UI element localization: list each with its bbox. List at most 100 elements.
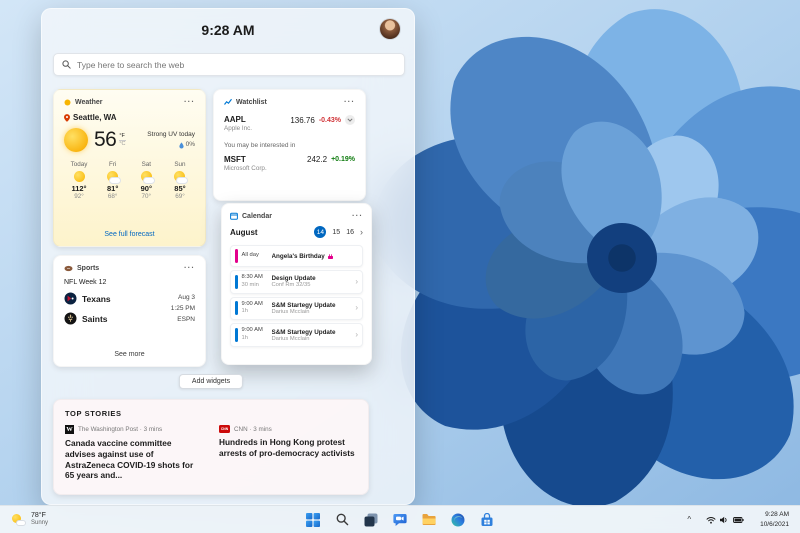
sports-widget-title: Sports — [77, 264, 100, 272]
weather-icon — [64, 99, 71, 105]
calendar-day[interactable]: 16 — [346, 229, 354, 236]
partly-cloudy-icon — [107, 171, 122, 184]
weather-condition: Strong UV today — [147, 130, 195, 138]
news-story[interactable]: W The Washington Post · 3 mins Canada va… — [65, 425, 203, 481]
calendar-event[interactable]: All day Angela's Birthday — [230, 245, 363, 267]
calendar-month: August — [230, 227, 258, 237]
location-pin-icon — [64, 113, 70, 122]
sunny-icon — [73, 171, 85, 182]
dismiss-stock-button[interactable] — [345, 115, 355, 125]
sports-menu-icon[interactable]: ··· — [184, 264, 195, 272]
user-avatar[interactable] — [380, 19, 400, 39]
weather-widget[interactable]: Weather ··· Seattle, WA 56 °F °C Strong … — [53, 89, 206, 247]
desktop: 9:28 AM Weather ··· — [0, 0, 800, 533]
stock-change-positive: +0.19% — [331, 156, 355, 163]
forecast-day[interactable]: Sat 90° 70° — [133, 161, 159, 200]
chat-icon — [393, 513, 407, 526]
calendar-event[interactable]: 8:30 AM 30 min Design Update Conf Rm 32/… — [230, 270, 363, 294]
search-icon — [62, 60, 71, 69]
precipitation-value: 0% — [185, 141, 195, 148]
calendar-widget[interactable]: Calendar ··· August 14 15 16 › All day A… — [221, 203, 372, 365]
store-button[interactable] — [477, 510, 497, 530]
calendar-icon — [230, 212, 238, 220]
taskbar-weather-temp: 78°F — [31, 512, 46, 520]
partly-cloudy-icon — [12, 513, 26, 526]
partly-cloudy-icon — [140, 171, 155, 184]
store-icon — [481, 512, 493, 526]
hidden-icons-chevron[interactable]: ^ — [684, 513, 694, 526]
see-more-link[interactable]: See more — [54, 351, 205, 358]
game-network: ESPN — [177, 316, 195, 324]
watchlist-suggestion-label: You may be interested in — [224, 142, 296, 149]
forecast-day[interactable]: Today 112° 92° — [66, 161, 92, 200]
cnn-logo: CNN — [219, 425, 230, 433]
taskbar-weather-widget[interactable]: 78°F Sunny — [5, 509, 55, 530]
story-meta-text: The Washington Post · 3 mins — [78, 426, 163, 433]
sports-league: NFL Week 12 — [64, 279, 107, 286]
story-headline[interactable]: Hundreds in Hong Kong protest arrests of… — [219, 437, 357, 459]
news-story[interactable]: CNN CNN · 3 mins Hundreds in Hong Kong p… — [219, 425, 357, 481]
game-date: Aug 3 — [178, 294, 195, 301]
weather-widget-title: Weather — [75, 98, 103, 106]
calendar-widget-title: Calendar — [242, 212, 272, 220]
volume-icon — [720, 516, 727, 523]
birthday-cake-icon — [327, 253, 333, 259]
file-explorer-button[interactable] — [419, 510, 439, 530]
add-widgets-button[interactable]: Add widgets — [178, 374, 244, 389]
event-color-bar — [235, 274, 238, 289]
watchlist-widget[interactable]: Watchlist ··· AAPL Apple Inc. 136.76 -0.… — [213, 89, 366, 201]
event-chevron-icon: › — [355, 330, 358, 340]
weather-menu-icon[interactable]: ··· — [184, 98, 195, 106]
wifi-icon — [706, 516, 716, 524]
forecast-day[interactable]: Sun 85° 69° — [167, 161, 193, 200]
forecast-day[interactable]: Fri 81° 68° — [100, 161, 126, 200]
droplet-icon — [178, 142, 184, 149]
calendar-next-icon[interactable]: › — [360, 227, 363, 237]
calendar-day-selected[interactable]: 14 — [314, 226, 327, 238]
folder-icon — [422, 514, 436, 525]
calendar-day[interactable]: 15 — [332, 229, 340, 236]
tray-date: 10/6/2021 — [760, 520, 789, 528]
calendar-event[interactable]: 9:00 AM 1h S&M Startegy Update Darius Mc… — [230, 296, 363, 321]
edge-browser-button[interactable] — [448, 510, 468, 530]
story-headline[interactable]: Canada vaccine committee advises against… — [65, 438, 203, 481]
watchlist-widget-title: Watchlist — [236, 98, 267, 106]
start-button[interactable] — [303, 510, 323, 530]
story-meta-text: CNN · 3 mins — [234, 425, 272, 433]
top-stories-header: TOP STORIES — [65, 409, 122, 418]
taskbar: 78°F Sunny ^ 9:28 AM 10/6/2021 — [0, 505, 800, 533]
texans-logo — [64, 292, 77, 305]
event-chevron-icon: › — [355, 276, 358, 286]
system-tray-icons[interactable] — [702, 514, 748, 526]
washington-post-logo: W — [65, 425, 74, 434]
widgets-panel: 9:28 AM Weather ··· — [41, 8, 415, 505]
calendar-event[interactable]: 9:00 AM 1h S&M Startegy Update Darius Mc… — [230, 323, 363, 347]
search-icon — [336, 513, 348, 526]
search-input[interactable] — [77, 59, 396, 70]
taskbar-search-button[interactable] — [332, 510, 352, 530]
stock-change-negative: -0.43% — [318, 116, 341, 124]
sports-widget[interactable]: Sports ··· NFL Week 12 Texans Saints Aug… — [53, 255, 206, 367]
chevron-down-icon — [347, 118, 353, 122]
stock-row-msft[interactable]: MSFT Microsoft Corp. 242.2 +0.19% — [224, 155, 355, 172]
stock-row-aapl[interactable]: AAPL Apple Inc. 136.76 -0.43% — [224, 115, 355, 132]
current-temperature: 56 — [94, 128, 117, 151]
calendar-menu-icon[interactable]: ··· — [352, 212, 363, 220]
task-view-icon — [364, 513, 378, 526]
chat-button[interactable] — [390, 510, 410, 530]
clock-date[interactable]: 9:28 AM 10/6/2021 — [756, 509, 793, 530]
weather-location: Seattle, WA — [73, 113, 117, 122]
battery-icon — [733, 516, 744, 523]
taskbar-weather-condition: Sunny — [31, 520, 49, 527]
watchlist-menu-icon[interactable]: ··· — [344, 98, 355, 106]
event-chevron-icon: › — [355, 303, 358, 313]
web-search-bar[interactable] — [53, 53, 405, 76]
see-full-forecast-link[interactable]: See full forecast — [54, 231, 205, 238]
temperature-units[interactable]: °F °C — [119, 133, 126, 147]
partly-cloudy-icon — [174, 171, 189, 184]
task-view-button[interactable] — [361, 510, 381, 530]
game-time: 1:25 PM — [170, 305, 195, 313]
event-color-bar — [235, 328, 238, 343]
sports-matchup[interactable]: Texans Saints Aug 3 1:25 PM ESPN — [64, 292, 195, 325]
top-stories-widget: TOP STORIES W The Washington Post · 3 mi… — [53, 399, 369, 495]
